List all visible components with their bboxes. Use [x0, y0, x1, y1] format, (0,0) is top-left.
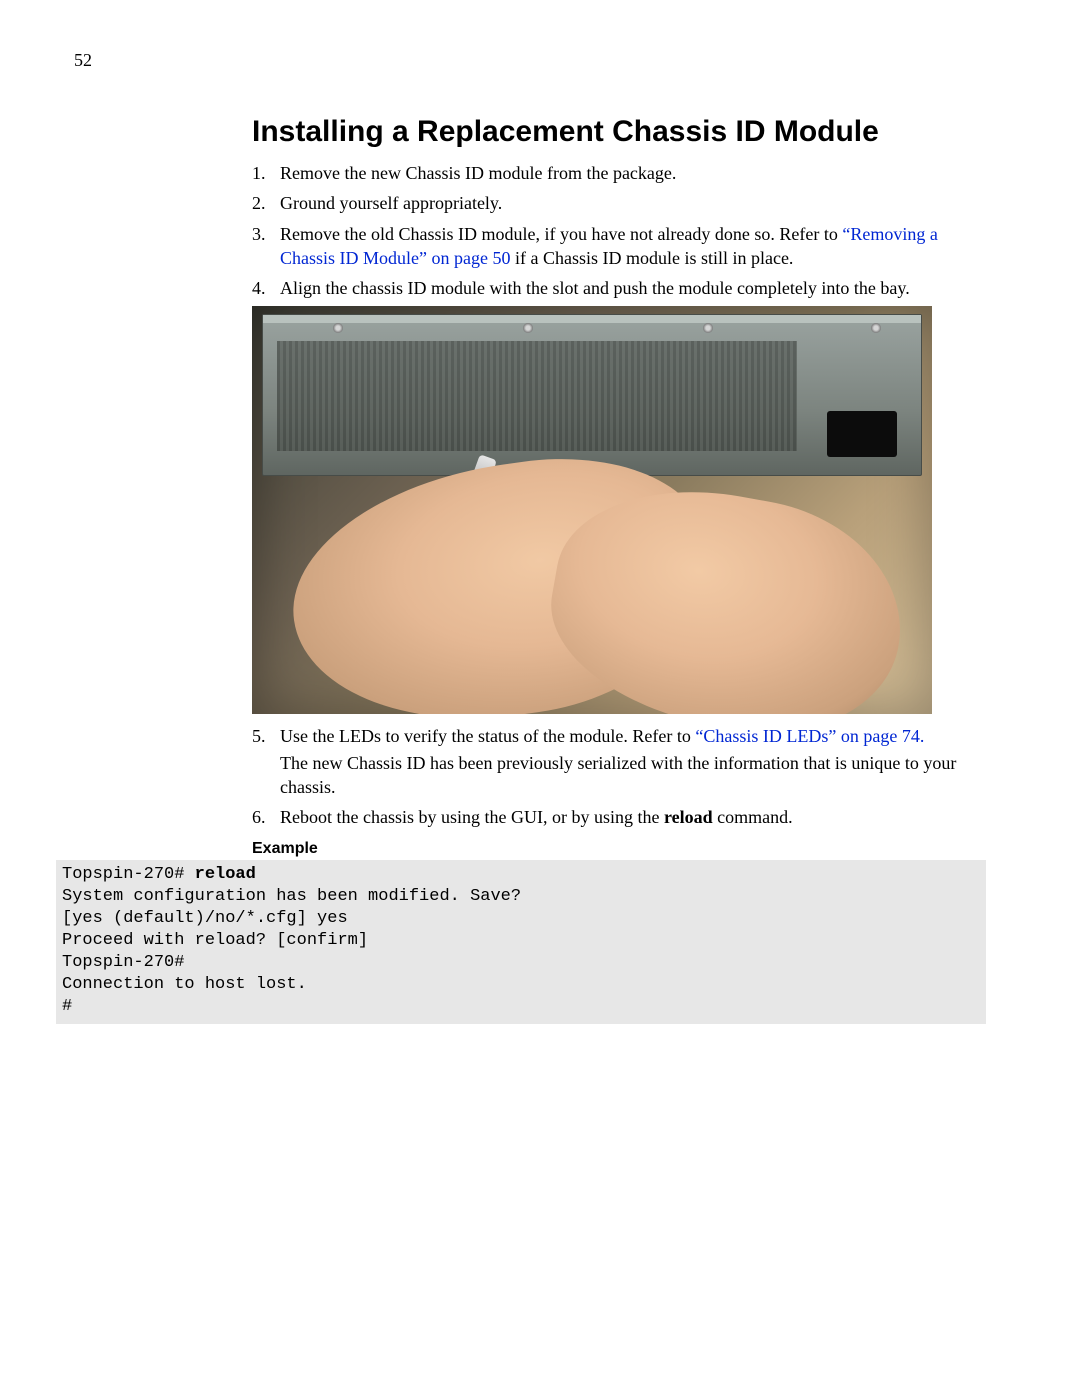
- procedure-list: 1. Remove the new Chassis ID module from…: [252, 161, 986, 300]
- step-text: Ground yourself appropriately.: [280, 191, 986, 215]
- step-2: 2. Ground yourself appropriately.: [252, 191, 986, 215]
- step-1: 1. Remove the new Chassis ID module from…: [252, 161, 986, 185]
- page: 52 Installing a Replacement Chassis ID M…: [0, 0, 1080, 1397]
- cli-output-line: Proceed with reload? [confirm]: [62, 931, 368, 950]
- page-number: 52: [74, 50, 986, 71]
- step-text-pre: Use the LEDs to verify the status of the…: [280, 726, 695, 746]
- step-3: 3. Remove the old Chassis ID module, if …: [252, 222, 986, 271]
- command-name: reload: [664, 807, 713, 827]
- step-text-pre: Reboot the chassis by using the GUI, or …: [280, 807, 664, 827]
- procedure-list-continued: 5. Use the LEDs to verify the status of …: [252, 724, 986, 829]
- cli-output-line: Topspin-270#: [62, 953, 184, 972]
- step-extra-text: The new Chassis ID has been previously s…: [280, 751, 986, 800]
- step-number: 3.: [252, 222, 280, 271]
- step-4: 4. Align the chassis ID module with the …: [252, 276, 986, 300]
- step-text: Use the LEDs to verify the status of the…: [280, 724, 986, 799]
- step-number: 2.: [252, 191, 280, 215]
- section-heading: Installing a Replacement Chassis ID Modu…: [252, 115, 986, 149]
- step-text-post: command.: [713, 807, 793, 827]
- step-text: Remove the old Chassis ID module, if you…: [280, 222, 986, 271]
- chassis-illustration: [262, 314, 922, 476]
- figure: [252, 306, 986, 714]
- example-label: Example: [252, 840, 986, 858]
- step-5: 5. Use the LEDs to verify the status of …: [252, 724, 986, 799]
- step-number: 5.: [252, 724, 280, 799]
- step-text: Reboot the chassis by using the GUI, or …: [280, 805, 986, 829]
- cli-output-line: Connection to host lost.: [62, 975, 307, 994]
- step-number: 4.: [252, 276, 280, 300]
- step-text-pre: Remove the old Chassis ID module, if you…: [280, 224, 842, 244]
- cli-output-line: #: [62, 997, 72, 1016]
- figure-image: [252, 306, 932, 714]
- step-number: 6.: [252, 805, 280, 829]
- step-text-post: if a Chassis ID module is still in place…: [510, 248, 793, 268]
- step-text: Remove the new Chassis ID module from th…: [280, 161, 986, 185]
- step-6: 6. Reboot the chassis by using the GUI, …: [252, 805, 986, 829]
- cli-output-line: System configuration has been modified. …: [62, 887, 521, 906]
- cli-prompt: Topspin-270#: [62, 865, 195, 884]
- cli-output-line: [yes (default)/no/*.cfg] yes: [62, 909, 348, 928]
- step-text: Align the chassis ID module with the slo…: [280, 276, 986, 300]
- content-column: Installing a Replacement Chassis ID Modu…: [252, 115, 986, 1024]
- code-example: Topspin-270# reload System configuration…: [56, 860, 986, 1025]
- step-number: 1.: [252, 161, 280, 185]
- xref-chassis-id-leds[interactable]: “Chassis ID LEDs” on page 74.: [695, 726, 924, 746]
- cli-command: reload: [195, 865, 256, 884]
